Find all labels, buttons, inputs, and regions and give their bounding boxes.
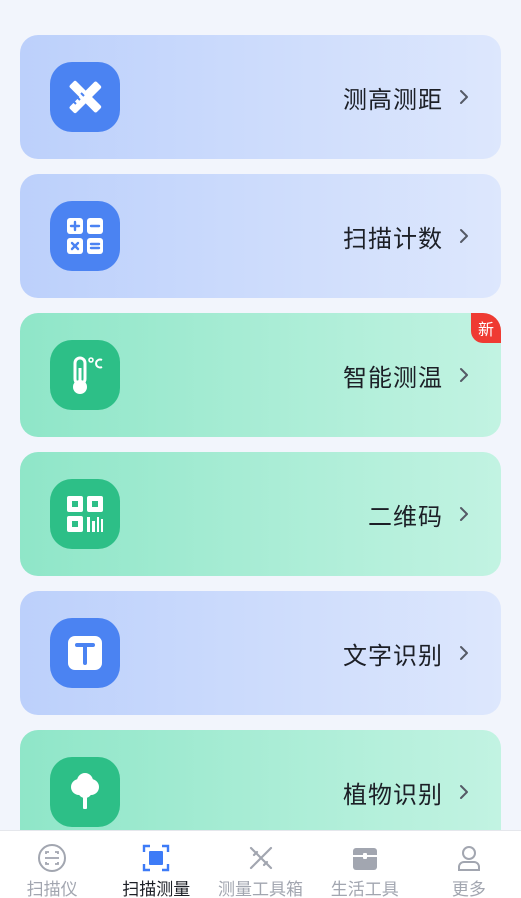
card-text-recognition[interactable]: 文字识别 [20,591,501,715]
tab-label: 生活工具 [330,880,399,898]
new-badge: 新 [471,313,501,343]
scanner-icon [37,843,67,873]
card-qr-code[interactable]: 二维码 [20,452,501,576]
chevron-right-icon [457,87,471,107]
calculator-icon [50,201,120,271]
chevron-right-icon [457,504,471,524]
toolbox-icon [350,843,380,873]
card-label: 文字识别 [343,641,443,670]
tab-scan-measure[interactable]: 扫描测量 [104,831,208,898]
bottom-tab-bar: 扫描仪 扫描测量 测量工具箱 生活工具 更多 [0,830,521,898]
text-recognition-icon [50,618,120,688]
chevron-right-icon [457,226,471,246]
card-label: 扫描计数 [343,224,443,253]
tools-icon [246,843,276,873]
tab-label: 测量工具箱 [218,880,303,898]
card-label: 测高测距 [343,85,443,114]
chevron-right-icon [457,643,471,663]
card-label: 植物识别 [343,780,443,809]
tab-scanner[interactable]: 扫描仪 [0,831,104,898]
card-smart-temperature[interactable]: 智能测温 新 [20,313,501,437]
feature-list: 测高测距 扫描计数 智能测温 新 二维码 文字识别 植物识别 [20,35,501,869]
tab-more[interactable]: 更多 [417,831,521,898]
card-label: 二维码 [368,502,443,531]
card-label: 智能测温 [343,363,443,392]
chevron-right-icon [457,782,471,802]
chevron-right-icon [457,365,471,385]
card-height-distance[interactable]: 测高测距 [20,35,501,159]
ruler-pencil-icon [50,62,120,132]
tree-icon [50,757,120,827]
tab-life-tools[interactable]: 生活工具 [313,831,417,898]
card-scan-count[interactable]: 扫描计数 [20,174,501,298]
scan-measure-icon [141,843,171,873]
tab-measure-toolbox[interactable]: 测量工具箱 [208,831,312,898]
qr-code-icon [50,479,120,549]
thermometer-icon [50,340,120,410]
person-icon [454,843,484,873]
tab-label: 扫描仪 [26,880,78,898]
tab-label: 更多 [451,880,486,898]
tab-label: 扫描测量 [122,880,191,898]
